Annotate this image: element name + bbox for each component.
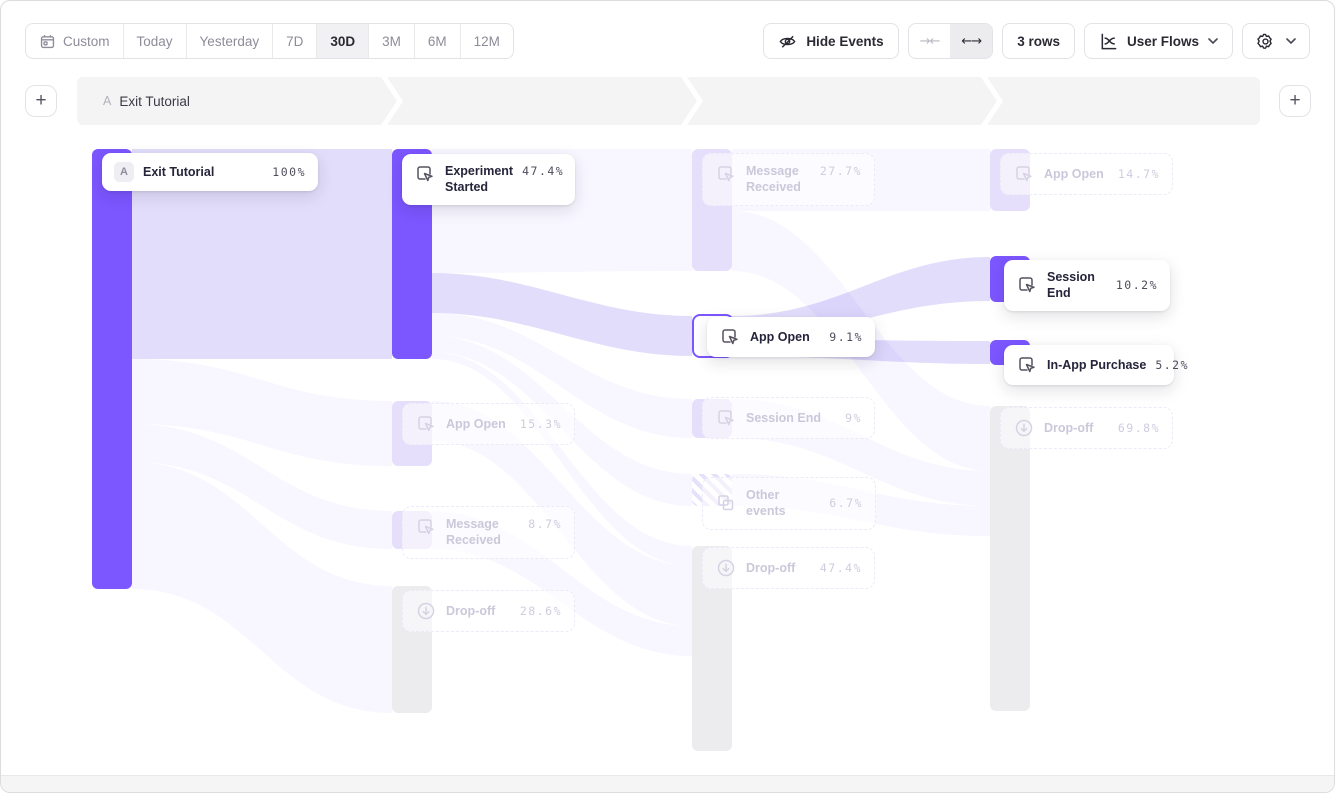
rows-button[interactable]: 3 rows xyxy=(1002,23,1075,59)
date-range-12m[interactable]: 12M xyxy=(460,24,513,58)
node-card-app-open-col4[interactable]: App Open 14.7% xyxy=(1000,153,1173,195)
collapse-expand-toggle: →← ←→ xyxy=(908,23,994,59)
node-card-exit-tutorial[interactable]: A Exit Tutorial 100% xyxy=(102,153,318,191)
collapse-columns-button[interactable]: →← xyxy=(909,24,951,58)
date-range-7d[interactable]: 7D xyxy=(272,24,316,58)
bottom-scrollbar-strip[interactable] xyxy=(1,775,1334,792)
node-card-session-end-col4[interactable]: Session End 10.2% xyxy=(1004,260,1170,311)
date-range-6m[interactable]: 6M xyxy=(414,24,460,58)
node-card-in-app-purchase-col4[interactable]: In-App Purchase 5.2% xyxy=(1004,345,1174,385)
date-range-selector: Custom Today Yesterday 7D 30D 3M 6M 12M xyxy=(25,23,514,59)
add-step-left-button[interactable]: + xyxy=(25,85,57,117)
node-card-message-received-col2[interactable]: Message Received 8.7% xyxy=(402,506,575,559)
funnel-step-3[interactable] xyxy=(687,77,997,125)
chevron-down-icon xyxy=(1208,38,1218,44)
view-selector-button[interactable]: User Flows xyxy=(1084,23,1233,59)
node-card-other-events-col3[interactable]: Other events 6.7% xyxy=(702,477,876,530)
rows-label: 3 rows xyxy=(1017,34,1060,49)
chevron-down-icon xyxy=(1286,38,1296,44)
date-range-today[interactable]: Today xyxy=(123,24,186,58)
user-flows-app: Custom Today Yesterday 7D 30D 3M 6M 12M … xyxy=(0,0,1335,793)
hide-events-label: Hide Events xyxy=(806,34,883,49)
node-card-message-received-col3[interactable]: Message Received 27.7% xyxy=(702,153,875,206)
date-range-30d[interactable]: 30D xyxy=(316,24,368,58)
node-card-drop-off-col3[interactable]: Drop-off 47.4% xyxy=(702,547,875,589)
step-a-badge: A xyxy=(114,162,134,182)
node-card-session-end-col3[interactable]: Session End 9% xyxy=(702,397,875,439)
arrows-outward-icon: ←→ xyxy=(961,34,981,49)
settings-button[interactable] xyxy=(1242,23,1310,59)
node-bar-drop-off-col4[interactable] xyxy=(990,406,1030,711)
gear-icon xyxy=(1256,32,1275,51)
step-name: Exit Tutorial xyxy=(119,94,190,109)
drop-off-icon xyxy=(715,557,737,579)
expand-columns-button[interactable]: ←→ xyxy=(950,24,992,58)
toolbar-right: Hide Events →← ←→ 3 rows xyxy=(763,23,1310,59)
user-flows-chart-icon xyxy=(1099,32,1118,51)
event-icon xyxy=(715,163,737,185)
node-card-experiment-started[interactable]: Experiment Started 47.4% xyxy=(402,154,575,205)
drop-off-icon xyxy=(415,600,437,622)
date-range-custom[interactable]: Custom xyxy=(26,24,123,58)
toolbar: Custom Today Yesterday 7D 30D 3M 6M 12M … xyxy=(25,23,1310,59)
calendar-icon xyxy=(39,33,56,50)
date-range-label: Custom xyxy=(63,34,110,49)
arrows-inward-icon: →← xyxy=(920,34,940,49)
node-bar-exit-tutorial[interactable] xyxy=(92,149,132,589)
funnel-step-4[interactable] xyxy=(987,77,1260,125)
event-icon xyxy=(1013,163,1035,185)
add-step-right-button[interactable]: + xyxy=(1279,85,1311,117)
event-icon xyxy=(414,163,436,185)
node-card-drop-off-col4[interactable]: Drop-off 69.8% xyxy=(1000,407,1173,449)
funnel-step-2[interactable] xyxy=(387,77,697,125)
event-icon xyxy=(1016,274,1038,296)
event-icon xyxy=(415,516,437,538)
flow-experiment-started-to-app-open xyxy=(432,273,692,356)
date-range-yesterday[interactable]: Yesterday xyxy=(186,24,273,58)
date-range-3m[interactable]: 3M xyxy=(368,24,414,58)
step-badge: A xyxy=(103,94,111,108)
node-card-app-open-col2[interactable]: App Open 15.3% xyxy=(402,403,575,445)
funnel-step-a-label: A Exit Tutorial xyxy=(77,77,397,125)
event-icon xyxy=(719,326,741,348)
eye-off-icon xyxy=(778,32,797,51)
event-icon xyxy=(415,413,437,435)
other-events-icon xyxy=(715,492,737,514)
event-icon xyxy=(1016,354,1038,376)
event-icon xyxy=(715,407,737,429)
node-card-drop-off-col2[interactable]: Drop-off 28.6% xyxy=(402,590,575,632)
node-card-app-open-col3[interactable]: App Open 9.1% xyxy=(707,317,875,357)
drop-off-icon xyxy=(1013,417,1035,439)
hide-events-button[interactable]: Hide Events xyxy=(763,23,898,59)
view-selector-label: User Flows xyxy=(1127,34,1199,49)
funnel-step-a[interactable]: A Exit Tutorial xyxy=(77,77,397,125)
